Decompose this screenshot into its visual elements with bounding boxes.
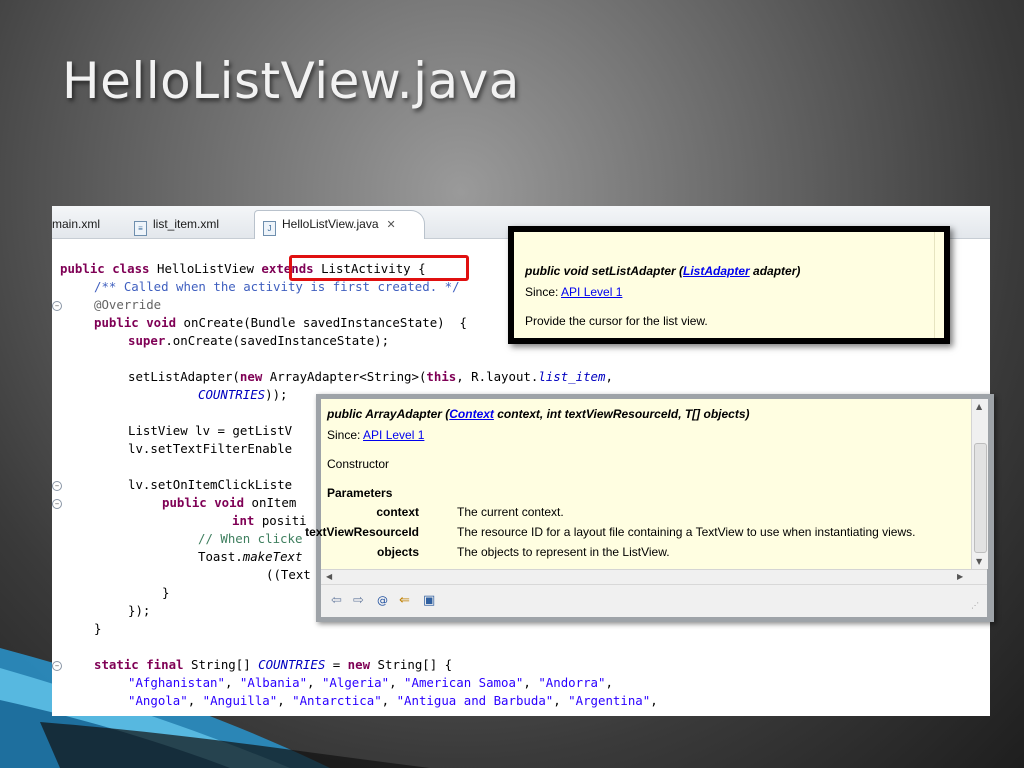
param-name: objects	[376, 545, 419, 559]
tab-label: HelloListView.java	[282, 217, 379, 231]
param-desc: The resource ID for a layout file contai…	[457, 525, 916, 539]
tab-list-item-xml[interactable]: ≡ list_item.xml	[134, 213, 220, 236]
extends-highlight-box	[289, 255, 469, 281]
member-kind: Constructor	[327, 457, 390, 471]
code-line: }	[94, 621, 102, 636]
param-name: context	[376, 505, 419, 519]
scroll-up-icon[interactable]: ▲	[976, 402, 982, 411]
javadoc-tooltip-setlistadapter: public void setListAdapter (ListAdapter …	[508, 226, 950, 344]
code-line: public void onCreate(Bundle savedInstanc…	[94, 315, 467, 330]
code-line: setListAdapter(new ArrayAdapter<String>(…	[128, 369, 613, 384]
api-level-link[interactable]: API Level 1	[561, 285, 622, 299]
code-line: });	[128, 603, 151, 618]
fold-icon[interactable]: −	[52, 499, 62, 509]
tab-label: list_item.xml	[153, 217, 220, 231]
constructor-signature: public ArrayAdapter (Context context, in…	[327, 407, 750, 421]
code-line: lv.setOnItemClickListe	[128, 477, 293, 492]
code-line: "Angola", "Anguilla", "Antarctica", "Ant…	[128, 693, 658, 708]
code-line: @Override	[94, 297, 162, 312]
code-line: "Afghanistan", "Albania", "Algeria", "Am…	[128, 675, 613, 690]
param-desc: The current context.	[457, 505, 564, 519]
scroll-right-icon[interactable]: ▶	[957, 572, 963, 581]
code-line: COUNTRIES));	[198, 387, 288, 402]
tab-hellolistview-java[interactable]: J HelloListView.java ✕	[254, 210, 425, 239]
fold-icon[interactable]: −	[52, 481, 62, 491]
parameters-header: Parameters	[327, 486, 393, 500]
code-line: }	[162, 585, 170, 600]
code-line: // When clicke	[198, 531, 303, 546]
method-description: Provide the cursor for the list view.	[525, 314, 708, 328]
java-file-icon: J	[263, 221, 276, 236]
param-name: textViewResourceId	[305, 525, 419, 539]
xml-file-icon: ≡	[134, 221, 147, 236]
tooltip-content: public ArrayAdapter (Context context, in…	[305, 399, 971, 569]
open-declaration-icon[interactable]: ⇐	[399, 594, 410, 608]
forward-icon[interactable]: ⇨	[353, 594, 364, 608]
tooltip-content: public void setListAdapter (ListAdapter …	[514, 232, 944, 338]
horizontal-scrollbar[interactable]: ◀ ▶	[321, 569, 987, 584]
code-line: ((Text	[266, 567, 311, 582]
fold-icon[interactable]: −	[52, 301, 62, 311]
tab-main-xml[interactable]: main.xml	[52, 213, 100, 235]
javadoc-tooltip-arrayadapter: public ArrayAdapter (Context context, in…	[305, 394, 994, 622]
type-link[interactable]: ListAdapter	[683, 264, 750, 278]
code-line: super.onCreate(savedInstanceState);	[128, 333, 390, 348]
open-external-icon[interactable]: ▣	[423, 594, 435, 608]
back-icon[interactable]: ⇦	[331, 594, 342, 608]
since-info: Since: API Level 1	[327, 428, 425, 442]
api-level-link[interactable]: API Level 1	[363, 428, 424, 442]
scroll-left-icon[interactable]: ◀	[326, 572, 332, 581]
fold-icon[interactable]: −	[52, 661, 62, 671]
code-line: int positi	[232, 513, 307, 528]
method-signature: public void setListAdapter (ListAdapter …	[525, 264, 801, 278]
code-line: public void onItem	[162, 495, 297, 510]
scroll-down-icon[interactable]: ▼	[976, 557, 982, 566]
code-line: lv.setTextFilterEnable	[128, 441, 293, 456]
tooltip-toolbar: ⇦ ⇨ @ ⇐ ▣ ⋰	[321, 584, 987, 617]
tab-label: main.xml	[52, 217, 101, 231]
tooltip-scrollbar[interactable]	[934, 232, 944, 338]
since-info: Since: API Level 1	[525, 285, 623, 299]
resize-grip-icon[interactable]: ⋰	[971, 599, 979, 613]
param-desc: The objects to represent in the ListView…	[457, 545, 670, 559]
code-line: ListView lv = getListV	[128, 423, 293, 438]
code-line: static final String[] COUNTRIES = new St…	[94, 657, 453, 672]
code-line: Toast.makeText	[198, 549, 303, 564]
vertical-scrollbar[interactable]: ▲ ▼	[971, 399, 988, 569]
close-icon[interactable]: ✕	[387, 219, 396, 231]
at-sign-icon[interactable]: @	[377, 594, 388, 608]
slide-title: HelloListView.java	[62, 52, 520, 110]
type-link[interactable]: Context	[449, 407, 494, 421]
scrollbar-thumb[interactable]	[974, 443, 987, 553]
